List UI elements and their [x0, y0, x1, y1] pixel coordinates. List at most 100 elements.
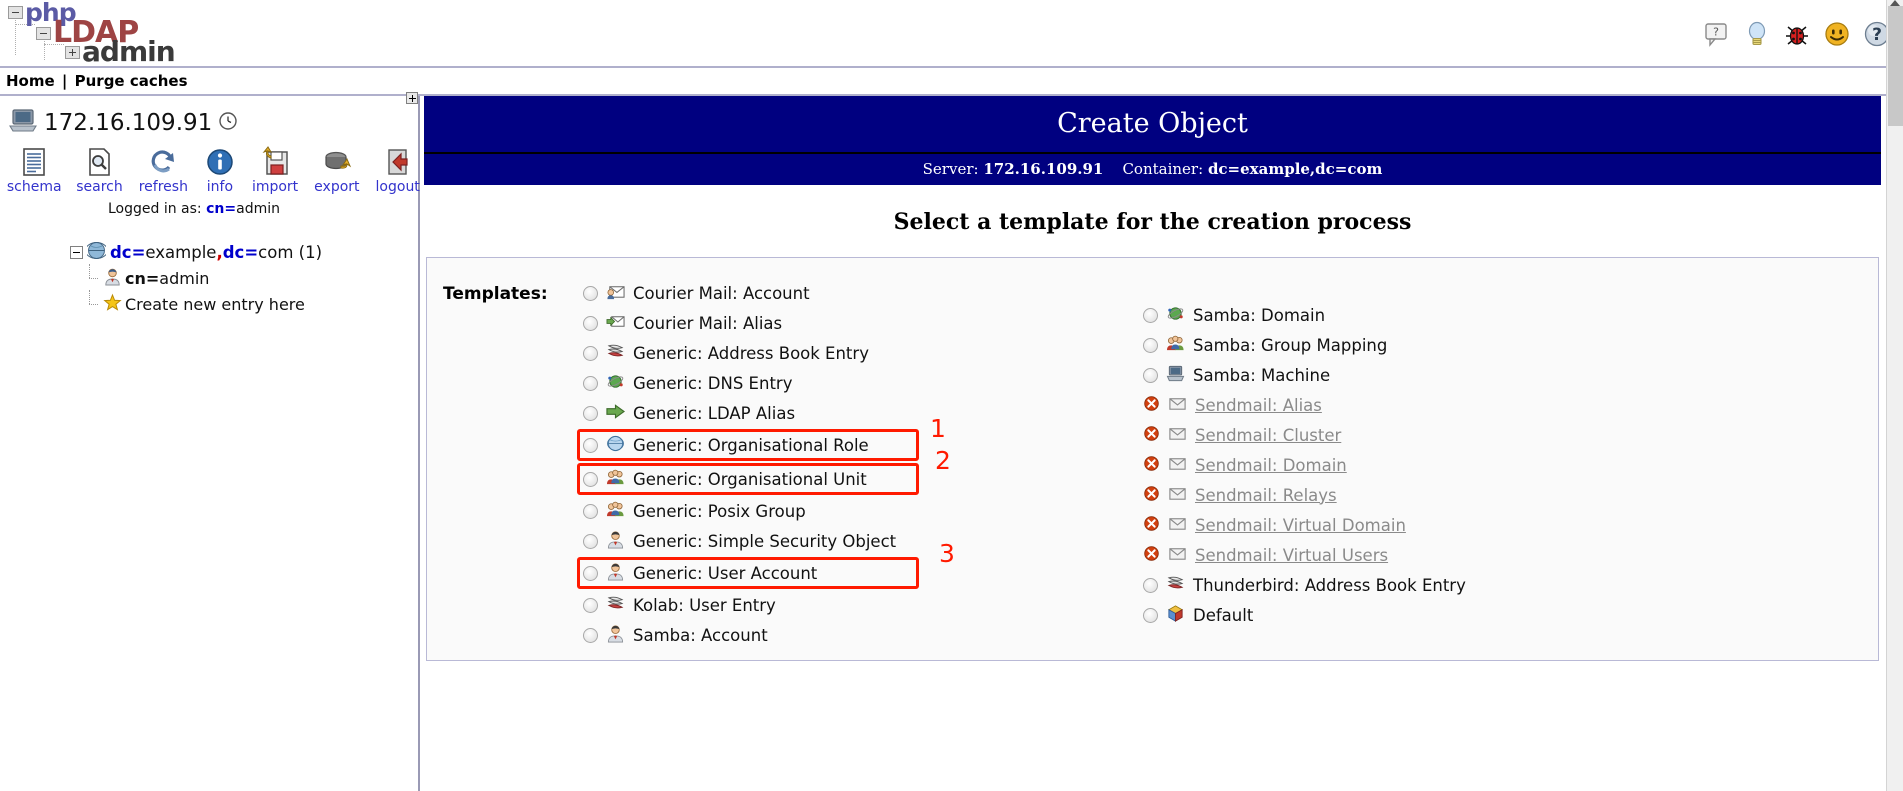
template-label[interactable]: Generic: Address Book Entry [633, 344, 869, 363]
template-option-default[interactable]: Default [1137, 600, 1878, 630]
template-option-samba-domain[interactable]: Samba: Domain [1137, 300, 1878, 330]
template-radio[interactable] [583, 405, 598, 421]
page-scrollbar[interactable] [1886, 0, 1903, 791]
template-radio[interactable] [583, 345, 598, 361]
toolbar-item-search[interactable]: search [76, 146, 123, 195]
clock-icon[interactable] [218, 111, 238, 135]
template-label[interactable]: Generic: DNS Entry [633, 374, 792, 393]
templates-column-left: Courier Mail: Account Courier Mail: Alias… [577, 276, 1047, 650]
template-label[interactable]: Generic: Organisational Unit [633, 470, 867, 489]
tree-item-label[interactable]: Create new entry here [125, 295, 305, 314]
template-option-samba-group-mapping[interactable]: Samba: Group Mapping [1137, 330, 1878, 360]
tree-item-label[interactable]: cn=admin [125, 269, 209, 288]
template-radio[interactable] [583, 533, 598, 549]
toolbar-item-export[interactable]: export [314, 146, 360, 195]
template-label[interactable]: Courier Mail: Account [633, 284, 810, 303]
template-option-courier-mail-alias[interactable]: Courier Mail: Alias [577, 308, 1047, 338]
template-option-generic-organisational-role[interactable]: Generic: Organisational Role [577, 429, 919, 461]
template-option-sendmail-virtual-domain: Sendmail: Virtual Domain [1137, 510, 1878, 540]
template-label[interactable]: Samba: Account [633, 626, 768, 645]
template-option-thunderbird-address-book-entry[interactable]: Thunderbird: Address Book Entry [1137, 570, 1878, 600]
template-option-generic-address-book-entry[interactable]: Generic: Address Book Entry [577, 338, 1047, 368]
breadcrumb-separator: | [61, 72, 68, 90]
template-radio[interactable] [583, 375, 598, 391]
template-label[interactable]: Thunderbird: Address Book Entry [1193, 576, 1466, 595]
template-label[interactable]: Generic: User Account [633, 564, 817, 583]
bug-icon[interactable] [1783, 20, 1811, 48]
toolbar-label-info: info [206, 179, 234, 195]
template-radio[interactable] [1143, 337, 1158, 353]
template-label[interactable]: Generic: LDAP Alias [633, 404, 795, 423]
template-radio[interactable] [1143, 607, 1158, 623]
tree-item-create-new-entry[interactable]: Create new entry here [70, 290, 418, 317]
template-label[interactable]: Kolab: User Entry [633, 596, 776, 615]
template-label: Sendmail: Alias [1195, 395, 1322, 415]
template-option-generic-ldap-alias[interactable]: Generic: LDAP Alias [577, 398, 1047, 428]
toolbar-item-schema[interactable]: schema [7, 146, 62, 195]
template-option-samba-machine[interactable]: Samba: Machine [1137, 360, 1878, 390]
template-option-generic-dns-entry[interactable]: Generic: DNS Entry [577, 368, 1047, 398]
envelope-icon [1168, 514, 1187, 537]
breadcrumb-purge-caches-link[interactable]: Purge caches [75, 72, 188, 90]
template-option-samba-account[interactable]: Samba: Account [577, 620, 1047, 650]
lightbulb-icon[interactable] [1743, 20, 1771, 48]
template-radio[interactable] [583, 565, 598, 581]
template-option-generic-user-account[interactable]: Generic: User Account [577, 557, 919, 589]
template-label[interactable]: Samba: Domain [1193, 306, 1325, 325]
toolbar-item-import[interactable]: import [252, 146, 298, 195]
template-label[interactable]: Default [1193, 606, 1253, 625]
template-option-generic-organisational-unit[interactable]: Generic: Organisational Unit [577, 463, 919, 495]
template-label[interactable]: Generic: Simple Security Object [633, 532, 896, 551]
toolbar-item-refresh[interactable]: refresh [139, 146, 188, 195]
templates-label: Templates: [443, 284, 548, 304]
group-icon [606, 500, 625, 523]
breadcrumb-home-link[interactable]: Home [6, 72, 55, 90]
logged-in-key: cn= [206, 201, 237, 217]
main-content: Create Object Server: 172.16.109.91 Cont… [406, 92, 1903, 791]
select-template-heading: Select a template for the creation proce… [893, 209, 1412, 235]
dns-globe-icon [1166, 304, 1185, 327]
server-name[interactable]: 172.16.109.91 [44, 110, 212, 136]
toolbar-label-search: search [76, 179, 123, 195]
collapse-icon[interactable] [70, 245, 83, 259]
template-radio[interactable] [583, 597, 598, 613]
question-bubble-icon[interactable]: ? [1703, 20, 1731, 48]
template-radio[interactable] [583, 627, 598, 643]
user-icon [606, 530, 625, 553]
template-label[interactable]: Generic: Posix Group [633, 502, 806, 521]
sidebar-toolbar: schema search refresh info import export… [0, 146, 420, 195]
tree-root-node[interactable]: dc=example,dc=com (1) [70, 239, 418, 265]
toolbar-item-logout[interactable]: logout [376, 146, 420, 195]
template-radio[interactable] [1143, 307, 1158, 323]
template-option-courier-mail-account[interactable]: Courier Mail: Account [577, 278, 1047, 308]
template-radio[interactable] [583, 285, 598, 301]
template-radio[interactable] [583, 437, 598, 453]
template-option-kolab-user-entry[interactable]: Kolab: User Entry [577, 590, 1047, 620]
scrollbar-thumb[interactable] [1888, 6, 1903, 126]
template-radio[interactable] [583, 315, 598, 331]
container-label: Container: [1122, 160, 1204, 178]
template-option-generic-simple-security-object[interactable]: Generic: Simple Security Object [577, 526, 1047, 556]
template-option-generic-posix-group[interactable]: Generic: Posix Group [577, 496, 1047, 526]
template-label[interactable]: Samba: Machine [1193, 366, 1330, 385]
tree-root-label[interactable]: dc=example,dc=com (1) [110, 243, 322, 262]
expand-panel-button[interactable] [406, 92, 418, 104]
template-label[interactable]: Generic: Organisational Role [633, 436, 869, 455]
tree-elbow-icon [84, 290, 100, 316]
globe-icon [85, 241, 108, 264]
template-radio[interactable] [1143, 577, 1158, 593]
disabled-x-icon [1143, 425, 1160, 446]
template-radio[interactable] [1143, 367, 1158, 383]
server-header: 172.16.109.91 [0, 106, 418, 140]
toolbar-item-info[interactable]: info [204, 146, 236, 195]
annotation-number-1: 1 [930, 414, 946, 443]
info-icon [204, 146, 236, 178]
envelope-icon [1168, 544, 1187, 567]
mail-user-icon [606, 282, 625, 305]
template-radio[interactable] [583, 471, 598, 487]
template-label[interactable]: Samba: Group Mapping [1193, 336, 1387, 355]
smiley-icon[interactable] [1823, 20, 1851, 48]
template-radio[interactable] [583, 503, 598, 519]
template-label[interactable]: Courier Mail: Alias [633, 314, 782, 333]
tree-item-cn-admin[interactable]: cn=admin [70, 264, 418, 291]
